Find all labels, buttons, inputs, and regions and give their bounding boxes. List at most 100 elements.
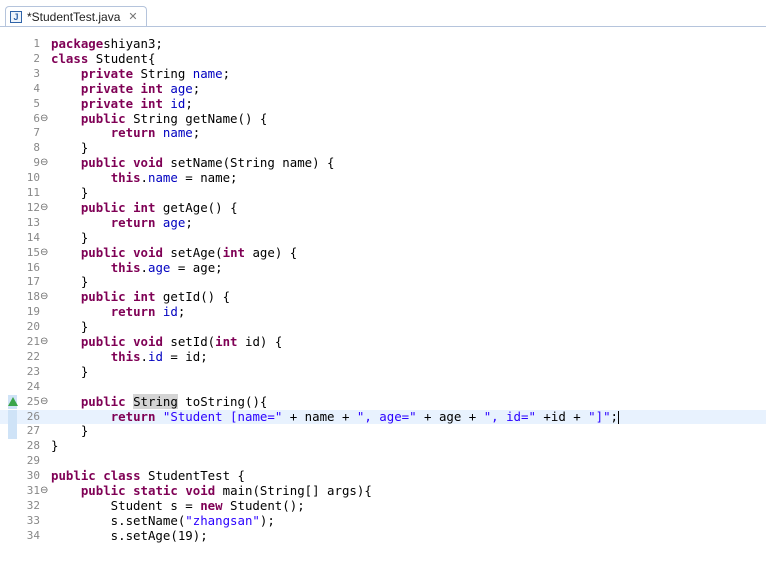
code-line[interactable]: 33 s.setName("zhangsan"); xyxy=(0,512,766,529)
line-number: 6 xyxy=(33,111,40,125)
code-line[interactable]: 8 } xyxy=(0,140,766,156)
code-line[interactable]: 22 this.id = id; xyxy=(0,348,766,365)
code-line[interactable]: 20 } xyxy=(0,319,766,335)
code-editor[interactable]: 1 packageshiyan3; 2 class Student{3 private… xyxy=(0,27,766,573)
code-token: return xyxy=(110,125,156,141)
code-line[interactable]: 27 } xyxy=(0,423,766,440)
code-line[interactable]: 17 } xyxy=(0,274,766,290)
code-line[interactable]: 2 class Student{ xyxy=(0,51,766,67)
code-line[interactable]: 31 ⊖ public static void main(String[] arg… xyxy=(0,483,766,499)
code-line[interactable]: 3 private String name; xyxy=(0,65,766,82)
code-line[interactable]: 24 xyxy=(0,380,766,395)
code-token: name xyxy=(148,170,178,186)
fold-toggle-icon[interactable]: ⊖ xyxy=(40,335,48,350)
code-line[interactable]: 11 } xyxy=(0,185,766,201)
override-marker-icon[interactable] xyxy=(8,396,18,406)
code-token: +id + xyxy=(535,408,589,424)
code-token: = id; xyxy=(162,348,208,364)
code-token: . xyxy=(140,348,148,364)
code-line[interactable]: 26 return "Student [name=" + name + ", a… xyxy=(0,408,766,425)
code-line[interactable]: 23 } xyxy=(0,364,766,380)
line-number: 26 xyxy=(26,409,40,423)
code-token: void xyxy=(133,244,163,260)
editor-tab-studenttest[interactable]: J *StudentTest.java ✕ xyxy=(5,6,147,26)
code-token: return xyxy=(110,408,156,424)
code-token: this xyxy=(110,348,141,364)
code-line[interactable]: 25 ⊖ public String toString(){ xyxy=(0,393,766,410)
code-line[interactable]: 12 ⊖ public int getAge() { xyxy=(0,200,766,216)
code-token: main(String[] args){ xyxy=(215,483,372,498)
code-line[interactable]: 18 ⊖ public int getId() { xyxy=(0,289,766,305)
code-line[interactable]: 15 ⊖ public void setAge(int age) { xyxy=(0,244,766,261)
code-token: age xyxy=(162,214,186,230)
code-line[interactable]: 14 } xyxy=(0,230,766,246)
code-line[interactable]: 10 this.name = name; xyxy=(0,170,766,186)
fold-toggle-icon[interactable]: ⊖ xyxy=(40,156,48,171)
code-token: id xyxy=(170,95,186,111)
line-number: 13 xyxy=(26,215,40,229)
code-text: } xyxy=(51,274,88,290)
code-text: public void setId(int id) { xyxy=(51,334,282,350)
code-line[interactable]: 6 ⊖ public String getName() { xyxy=(0,111,766,127)
code-token: package xyxy=(51,36,104,51)
line-number: 3 xyxy=(33,66,40,80)
code-text: public class StudentTest { xyxy=(51,468,245,484)
code-text: return age; xyxy=(51,214,193,231)
code-line[interactable]: 34 s.setAge(19); xyxy=(0,528,766,544)
code-line[interactable]: 5 private int id; xyxy=(0,95,766,112)
code-line[interactable]: 1 packageshiyan3; xyxy=(0,36,766,52)
fold-toggle-icon[interactable]: ⊖ xyxy=(40,395,48,410)
code-line[interactable]: 32 Student s = new Student(); xyxy=(0,497,766,514)
fold-toggle-icon[interactable]: ⊖ xyxy=(40,290,48,305)
code-line[interactable]: 4 private int age; xyxy=(0,80,766,97)
code-text: s.setAge(19); xyxy=(51,528,208,544)
close-icon[interactable]: ✕ xyxy=(128,10,137,23)
code-token: return xyxy=(110,304,156,320)
code-line[interactable]: 28} xyxy=(0,438,766,454)
line-number: 32 xyxy=(26,498,40,512)
code-line[interactable]: 13 return age; xyxy=(0,214,766,231)
fold-toggle-icon[interactable]: ⊖ xyxy=(40,112,48,127)
code-text: } xyxy=(51,140,89,156)
code-line[interactable]: 9 ⊖ public void setName(String name) { xyxy=(0,155,766,171)
code-text: public String getName() { xyxy=(51,111,268,127)
code-line[interactable]: 7 return name; xyxy=(0,125,766,141)
code-token: age xyxy=(170,80,193,96)
line-number: 33 xyxy=(26,513,40,527)
code-text: } xyxy=(51,364,88,380)
code-line[interactable]: 16 this.age = age; xyxy=(0,259,766,276)
code-line[interactable]: 19 return id; xyxy=(0,304,766,320)
code-token: ; xyxy=(222,65,231,81)
line-number: 29 xyxy=(26,454,40,468)
code-text: s.setName("zhangsan"); xyxy=(51,512,275,529)
code-token: new xyxy=(200,497,223,513)
code-text: } xyxy=(51,319,88,335)
code-token: "zhangsan" xyxy=(185,512,260,528)
code-line[interactable]: 30 public class StudentTest { xyxy=(0,468,766,484)
code-token: = age; xyxy=(170,259,223,275)
code-token: name xyxy=(162,125,193,141)
code-token: age xyxy=(148,259,171,275)
code-token: } xyxy=(51,140,89,156)
code-text: return "Student [name=" + name + ", age=… xyxy=(51,408,620,425)
fold-toggle-icon[interactable]: ⊖ xyxy=(40,201,48,216)
fold-toggle-icon[interactable]: ⊖ xyxy=(40,484,48,499)
fold-toggle-icon[interactable]: ⊖ xyxy=(40,246,48,261)
code-line[interactable]: 21 ⊖ public void setId(int id) { xyxy=(0,334,766,350)
code-token: void xyxy=(133,155,163,171)
line-number: 28 xyxy=(26,439,40,453)
code-line[interactable]: 29 xyxy=(0,454,766,469)
line-number: 18 xyxy=(26,290,40,304)
